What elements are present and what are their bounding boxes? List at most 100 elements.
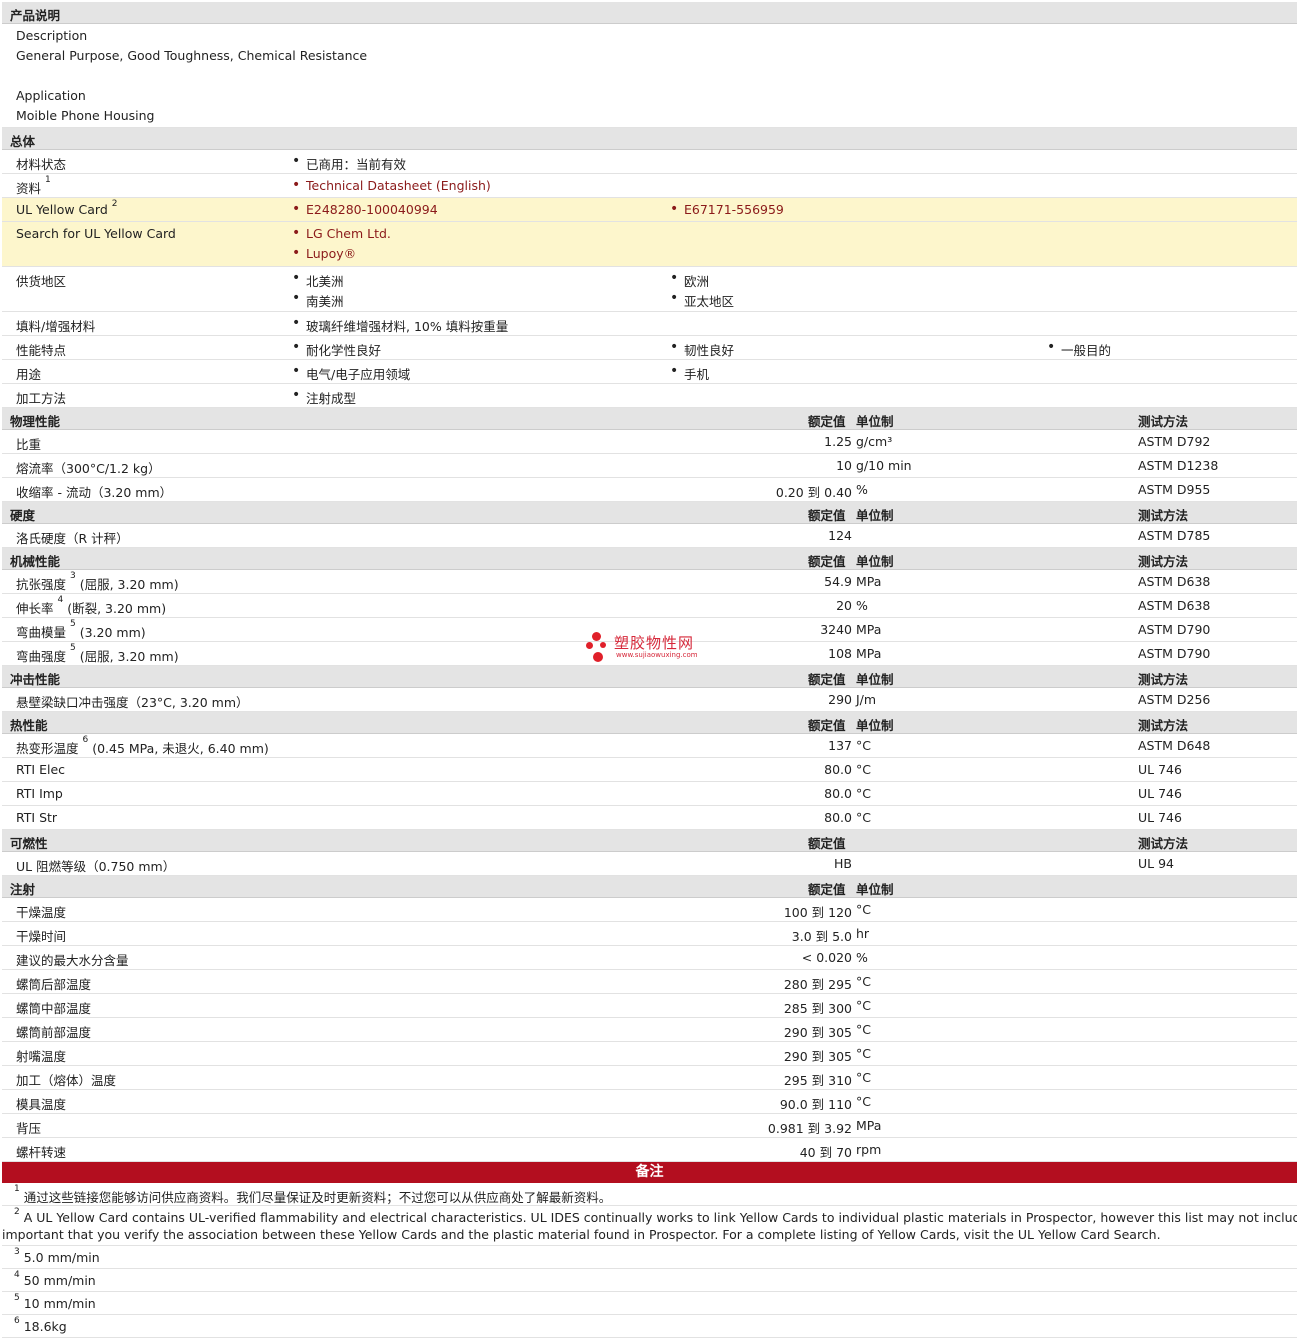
test-method: ASTM D256 bbox=[1138, 692, 1211, 707]
unit-value: °C bbox=[856, 1070, 871, 1085]
nominal-value: 290 到 305 bbox=[783, 1049, 852, 1064]
table-row: 螺杆转速 40 到 70 rpm bbox=[2, 1138, 1297, 1162]
table-row: 抗张强度 3 (屈服, 3.20 mm) 54.9 MPa ASTM D638 bbox=[2, 570, 1297, 594]
row-material-status: 材料状态 已商用：当前有效 bbox=[2, 150, 1297, 174]
row-documents: 资料 1 Technical Datasheet (English) bbox=[2, 174, 1297, 198]
nominal-value: 280 到 295 bbox=[783, 977, 852, 992]
description-block: Description General Purpose, Good Toughn… bbox=[2, 24, 1297, 128]
unit-value: °C bbox=[856, 902, 871, 917]
property-label: 悬壁梁缺口冲击强度（23°C, 3.20 mm） bbox=[16, 695, 249, 710]
test-method: UL 94 bbox=[1138, 856, 1174, 871]
table-row: 热变形温度 6 (0.45 MPa, 未退火, 6.40 mm) 137 °C AST… bbox=[2, 734, 1297, 758]
test-method: ASTM D955 bbox=[1138, 482, 1211, 497]
nominal-value: 100 到 120 bbox=[783, 905, 852, 920]
unit-value: rpm bbox=[856, 1142, 882, 1157]
test-method: ASTM D638 bbox=[1138, 574, 1211, 589]
table-row: UL 阻燃等级（0.750 mm） HB UL 94 bbox=[2, 852, 1297, 876]
nominal-value: 290 到 305 bbox=[783, 1025, 852, 1040]
section-header-impact: 冲击性能 额定值 单位制 测试方法 bbox=[2, 666, 1297, 688]
nominal-value: 137 bbox=[828, 738, 852, 753]
footnote-text: 10 mm/min bbox=[23, 1296, 96, 1311]
row-uses: 用途 电气/电子应用领域 手机 bbox=[2, 360, 1297, 384]
table-row: 射嘴温度 290 到 305 °C bbox=[2, 1042, 1297, 1066]
unit-value: °C bbox=[856, 762, 871, 777]
nominal-value: 108 bbox=[828, 646, 852, 661]
table-row: 模具温度 90.0 到 110 °C bbox=[2, 1090, 1297, 1114]
test-method: ASTM D792 bbox=[1138, 434, 1211, 449]
test-method: UL 746 bbox=[1138, 786, 1182, 801]
nominal-value: 3.0 到 5.0 bbox=[791, 929, 852, 944]
property-label: 抗张强度 3 (屈服, 3.20 mm) bbox=[16, 571, 179, 592]
table-row: 干燥温度 100 到 120 °C bbox=[2, 898, 1297, 922]
unit-value: % bbox=[856, 598, 868, 613]
property-label: 干燥时间 bbox=[16, 929, 67, 944]
property-label: 螺筒中部温度 bbox=[16, 1001, 92, 1016]
flammability-rows: UL 阻燃等级（0.750 mm） HB UL 94 bbox=[2, 852, 1297, 876]
unit-value: hr bbox=[856, 926, 870, 941]
nominal-value: 80.0 bbox=[824, 810, 852, 825]
nominal-value: 90.0 到 110 bbox=[779, 1097, 852, 1112]
nominal-value: 1.25 bbox=[824, 434, 852, 449]
unit-value: °C bbox=[856, 1046, 871, 1061]
property-label: 弯曲强度 5 (屈服, 3.20 mm) bbox=[16, 643, 179, 664]
notes-header: 备注 bbox=[2, 1162, 1297, 1183]
test-method: ASTM D790 bbox=[1138, 622, 1211, 637]
technical-datasheet-link[interactable]: Technical Datasheet (English) bbox=[290, 177, 491, 193]
nominal-value: HB bbox=[834, 856, 852, 871]
unit-value: °C bbox=[856, 786, 871, 801]
unit-value: % bbox=[856, 482, 868, 497]
section-header-hardness: 硬度 额定值 单位制 测试方法 bbox=[2, 502, 1297, 524]
unit-value: °C bbox=[856, 1094, 871, 1109]
section-header-physical: 物理性能 额定值 单位制 测试方法 bbox=[2, 408, 1297, 430]
unit-value: °C bbox=[856, 738, 871, 753]
footnote-text-cont: important that you verify the associatio… bbox=[2, 1227, 1161, 1242]
nominal-value: 80.0 bbox=[824, 762, 852, 777]
ul-card-link-1[interactable]: E248280-100040994 bbox=[290, 201, 438, 217]
row-search-ul: Search for UL Yellow Card LG Chem Ltd. L… bbox=[2, 222, 1297, 267]
physical-rows: 比重 1.25 g/cm³ ASTM D792 熔流率（300°C/1.2 kg） 10 g… bbox=[2, 430, 1297, 502]
table-row: 悬壁梁缺口冲击强度（23°C, 3.20 mm） 290 J/m ASTM D256 bbox=[2, 688, 1297, 712]
section-header-general: 总体 bbox=[2, 128, 1297, 150]
property-label: 射嘴温度 bbox=[16, 1049, 67, 1064]
footnote-text: 50 mm/min bbox=[23, 1273, 96, 1288]
footnote: 1 通过这些链接您能够访问供应商资料。我们尽量保证及时更新资料；不过您可以从供应… bbox=[2, 1183, 1297, 1206]
nominal-value: 20 bbox=[836, 598, 852, 613]
nominal-value: 285 到 300 bbox=[783, 1001, 852, 1016]
table-row: 加工（熔体）温度 295 到 310 °C bbox=[2, 1066, 1297, 1090]
property-label: 弯曲模量 5 (3.20 mm) bbox=[16, 619, 146, 640]
table-row: RTI Str 80.0 °C UL 746 bbox=[2, 806, 1297, 830]
property-label: RTI Elec bbox=[16, 762, 66, 777]
property-label: UL 阻燃等级（0.750 mm） bbox=[16, 859, 176, 874]
footnote: 4 50 mm/min bbox=[2, 1269, 1297, 1292]
test-method: ASTM D1238 bbox=[1138, 458, 1219, 473]
unit-value: g/10 min bbox=[856, 458, 912, 473]
application-label: Application bbox=[16, 88, 86, 103]
unit-value: °C bbox=[856, 974, 871, 989]
table-row: RTI Elec 80.0 °C UL 746 bbox=[2, 758, 1297, 782]
property-label: 螺杆转速 bbox=[16, 1145, 67, 1160]
property-label: RTI Str bbox=[16, 810, 58, 825]
row-features: 性能特点 耐化学性良好 韧性良好 一般目的 bbox=[2, 336, 1297, 360]
ul-card-link-2[interactable]: E67171-556959 bbox=[668, 201, 784, 217]
row-ul-yellow-card: UL Yellow Card 2 E248280-100040994 E6717… bbox=[2, 198, 1297, 222]
property-label: 模具温度 bbox=[16, 1097, 67, 1112]
search-link-lg-chem[interactable]: LG Chem Ltd. bbox=[290, 225, 391, 241]
search-link-lupoy[interactable]: Lupoy® bbox=[290, 245, 356, 261]
table-row: 收缩率 - 流动（3.20 mm） 0.20 到 0.40% ASTM D955 bbox=[2, 478, 1297, 502]
footnote-text: 5.0 mm/min bbox=[23, 1250, 100, 1265]
unit-value: °C bbox=[856, 1022, 871, 1037]
nominal-value: 0.981 到 3.92 bbox=[767, 1121, 852, 1136]
section-header-flammability: 可燃性 额定值 测试方法 bbox=[2, 830, 1297, 852]
test-method: ASTM D790 bbox=[1138, 646, 1211, 661]
nominal-value: 80.0 bbox=[824, 786, 852, 801]
unit-value: MPa bbox=[856, 646, 882, 661]
footnote-text: 通过这些链接您能够访问供应商资料。我们尽量保证及时更新资料；不过您可以从供应商处… bbox=[23, 1190, 612, 1205]
property-label: 背压 bbox=[16, 1121, 42, 1136]
property-label: 建议的最大水分含量 bbox=[16, 953, 129, 968]
injection-rows: 干燥温度 100 到 120 °C 干燥时间 3.0 到 5.0 hr 建议的最大水分含量 <… bbox=[2, 898, 1297, 1162]
nominal-value: 290 bbox=[828, 692, 852, 707]
table-row: 螺筒中部温度 285 到 300 °C bbox=[2, 994, 1297, 1018]
test-method: ASTM D638 bbox=[1138, 598, 1211, 613]
impact-rows: 悬壁梁缺口冲击强度（23°C, 3.20 mm） 290 J/m ASTM D256 bbox=[2, 688, 1297, 712]
hardness-rows: 洛氏硬度（R 计秤） 124 ASTM D785 bbox=[2, 524, 1297, 548]
